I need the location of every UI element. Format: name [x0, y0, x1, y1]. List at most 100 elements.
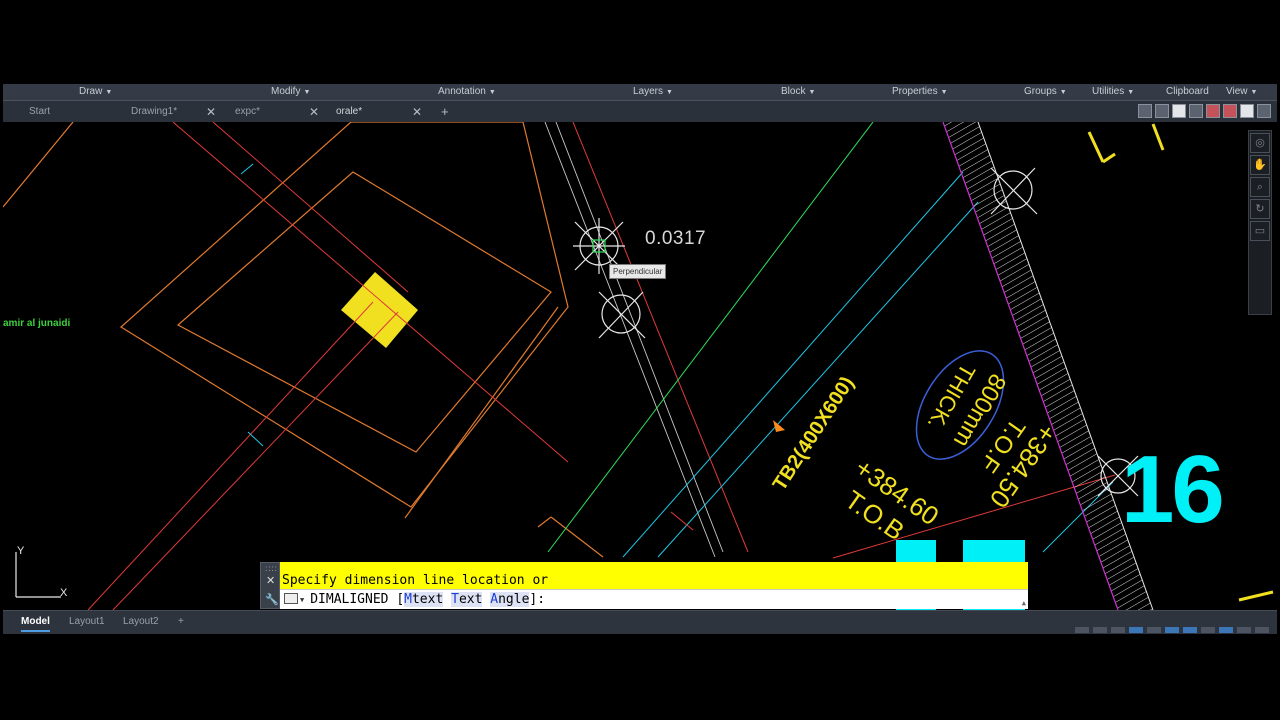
pan-icon[interactable]: ✋ — [1250, 155, 1270, 175]
chevron-down-icon: ▼ — [940, 89, 948, 96]
ribbon-panel-block[interactable]: Block ▼ — [781, 85, 815, 99]
layout-icon[interactable] — [1172, 104, 1186, 118]
wrench-icon[interactable]: 🔧 — [265, 593, 279, 606]
autocad-window: Draw ▼ Modify ▼ Annotation ▼ Layers ▼ Block ▼… — [3, 84, 1277, 634]
navigation-bar: ◎ ✋ ⌕ ↻ ▭ — [1248, 130, 1272, 315]
command-line-window: :::: ✕ 🔧 Specify dimension line location… — [260, 562, 1028, 609]
ucs-x-label: X — [60, 587, 68, 599]
ribbon-panel-label: View — [1226, 86, 1248, 97]
tab-orale[interactable]: orale* — [336, 103, 362, 121]
tab-layout2[interactable]: Layout2 — [123, 614, 159, 630]
zoom-icon[interactable]: ⌕ — [1250, 177, 1270, 197]
close-icon[interactable]: ✕ — [309, 103, 319, 121]
chevron-down-icon: ▼ — [105, 89, 113, 96]
isolate-icon[interactable] — [1206, 104, 1220, 118]
ribbon-panel-label: Modify — [271, 86, 301, 97]
option-key: T — [451, 592, 459, 607]
orbit-icon[interactable]: ↻ — [1250, 199, 1270, 219]
ribbon-panel-groups[interactable]: Groups ▼ — [1024, 85, 1067, 99]
option-rest: text — [411, 592, 444, 607]
command-line-grip[interactable]: :::: ✕ 🔧 — [260, 562, 280, 609]
tab-drawing1[interactable]: Drawing1* — [131, 103, 177, 121]
grid-icon[interactable] — [1189, 104, 1203, 118]
chevron-down-icon: ▼ — [303, 89, 311, 96]
window-icon[interactable] — [1240, 104, 1254, 118]
grid-lines — [544, 122, 724, 558]
model-space-icon[interactable] — [1075, 627, 1089, 633]
footing-outline — [3, 122, 604, 558]
drawing-canvas[interactable]: TB2(400X600) +384.60 T.O.B +384.50 T.O.F… — [3, 122, 1277, 610]
search-icon[interactable] — [1257, 104, 1271, 118]
ortho-icon[interactable] — [1129, 627, 1143, 633]
option-bracket-close: ]: — [529, 592, 546, 607]
document-tab-bar: Start Drawing1* ✕ expc* ✕ orale* ✕ + — [3, 101, 1277, 123]
snap-mode-icon[interactable] — [1111, 627, 1125, 633]
new-layout-button[interactable]: + — [178, 614, 184, 630]
grid-display-icon[interactable] — [1093, 627, 1107, 633]
close-icon[interactable]: ✕ — [206, 103, 216, 121]
ribbon-panel-draw[interactable]: Draw ▼ — [79, 85, 112, 99]
chevron-down-icon: ▼ — [1127, 89, 1135, 96]
hide-icon[interactable] — [1223, 104, 1237, 118]
ribbon-panel-modify[interactable]: Modify ▼ — [271, 85, 310, 99]
ribbon-panel-layers[interactable]: Layers ▼ — [633, 85, 673, 99]
option-text[interactable]: Text — [451, 592, 483, 607]
drawing-viewport[interactable]: TB2(400X600) +384.60 T.O.B +384.50 T.O.F… — [3, 122, 1277, 610]
otrack-icon[interactable] — [1183, 627, 1197, 633]
polar-icon[interactable] — [1147, 627, 1161, 633]
tab-model[interactable]: Model — [21, 614, 50, 632]
pan-icon[interactable] — [1155, 104, 1169, 118]
ribbon-panel-label: Draw — [79, 86, 103, 97]
snap-tooltip: Perpendicular — [609, 264, 667, 279]
column-block — [341, 272, 418, 348]
new-tab-button[interactable]: + — [441, 103, 449, 121]
quick-view-tools — [1138, 104, 1271, 118]
dimension-readout: 0.0317 — [645, 228, 707, 249]
ribbon-panel-annotation[interactable]: Annotation ▼ — [438, 85, 496, 99]
chevron-down-icon: ▼ — [1250, 89, 1258, 96]
command-input[interactable]: ▼ DIMALIGNED [Mtext Text Angle]: ▲ — [280, 589, 1028, 609]
ribbon-panel-label: Layers — [633, 86, 664, 97]
ribbon-panel-label: Annotation — [438, 86, 486, 97]
annotation-scale-icon[interactable] — [1219, 627, 1233, 633]
chevron-down-icon: ▼ — [666, 89, 673, 96]
option-angle[interactable]: Angle — [490, 592, 530, 607]
chevron-down-icon[interactable]: ▼ — [300, 596, 304, 604]
tab-expc[interactable]: expc* — [235, 103, 260, 121]
steering-wheel-icon[interactable]: ◎ — [1250, 133, 1270, 153]
chevron-down-icon: ▼ — [488, 89, 496, 96]
option-mtext[interactable]: Mtext — [404, 592, 444, 607]
option-bracket-open: [ — [396, 592, 405, 607]
option-rest: ngle — [498, 592, 530, 607]
grid-number-label: 16 — [1121, 436, 1225, 543]
ribbon-panel-label: Clipboard — [1166, 86, 1209, 97]
status-toggles — [1075, 627, 1269, 633]
command-prompt-icon[interactable] — [284, 593, 298, 604]
chevron-down-icon: ▼ — [808, 89, 816, 96]
ucs-y-label: Y — [17, 545, 25, 557]
ribbon-panel-clipboard[interactable]: Clipboard — [1166, 85, 1209, 99]
ribbon-panel-label: Properties — [892, 86, 938, 97]
tab-start[interactable]: Start — [29, 103, 50, 121]
ribbon-panel-bar: Draw ▼ Modify ▼ Annotation ▼ Layers ▼ Block ▼… — [3, 84, 1277, 101]
workspace-icon[interactable] — [1237, 627, 1251, 633]
lineweight-icon[interactable] — [1201, 627, 1215, 633]
option-rest: ext — [458, 592, 483, 607]
option-key: M — [404, 592, 412, 607]
osnap-icon[interactable] — [1165, 627, 1179, 633]
close-icon[interactable]: ✕ — [412, 103, 422, 121]
showmotion-icon[interactable]: ▭ — [1250, 221, 1270, 241]
leader-arrow — [773, 420, 785, 432]
ribbon-panel-view[interactable]: View ▼ — [1226, 85, 1257, 99]
command-name: DIMALIGNED — [310, 592, 389, 607]
close-icon[interactable]: ✕ — [266, 574, 275, 587]
ribbon-panel-utilities[interactable]: Utilities ▼ — [1092, 85, 1134, 99]
customization-icon[interactable] — [1255, 627, 1269, 633]
tab-layout1[interactable]: Layout1 — [69, 614, 105, 630]
viewcube-icon[interactable] — [1138, 104, 1152, 118]
watermark-text: amir al junaidi — [3, 318, 71, 329]
command-history: Specify dimension line location or — [280, 562, 1028, 589]
ribbon-panel-properties[interactable]: Properties ▼ — [892, 85, 948, 99]
letterbox-bottom — [0, 634, 1280, 720]
grip-dots-icon: :::: — [265, 564, 278, 573]
